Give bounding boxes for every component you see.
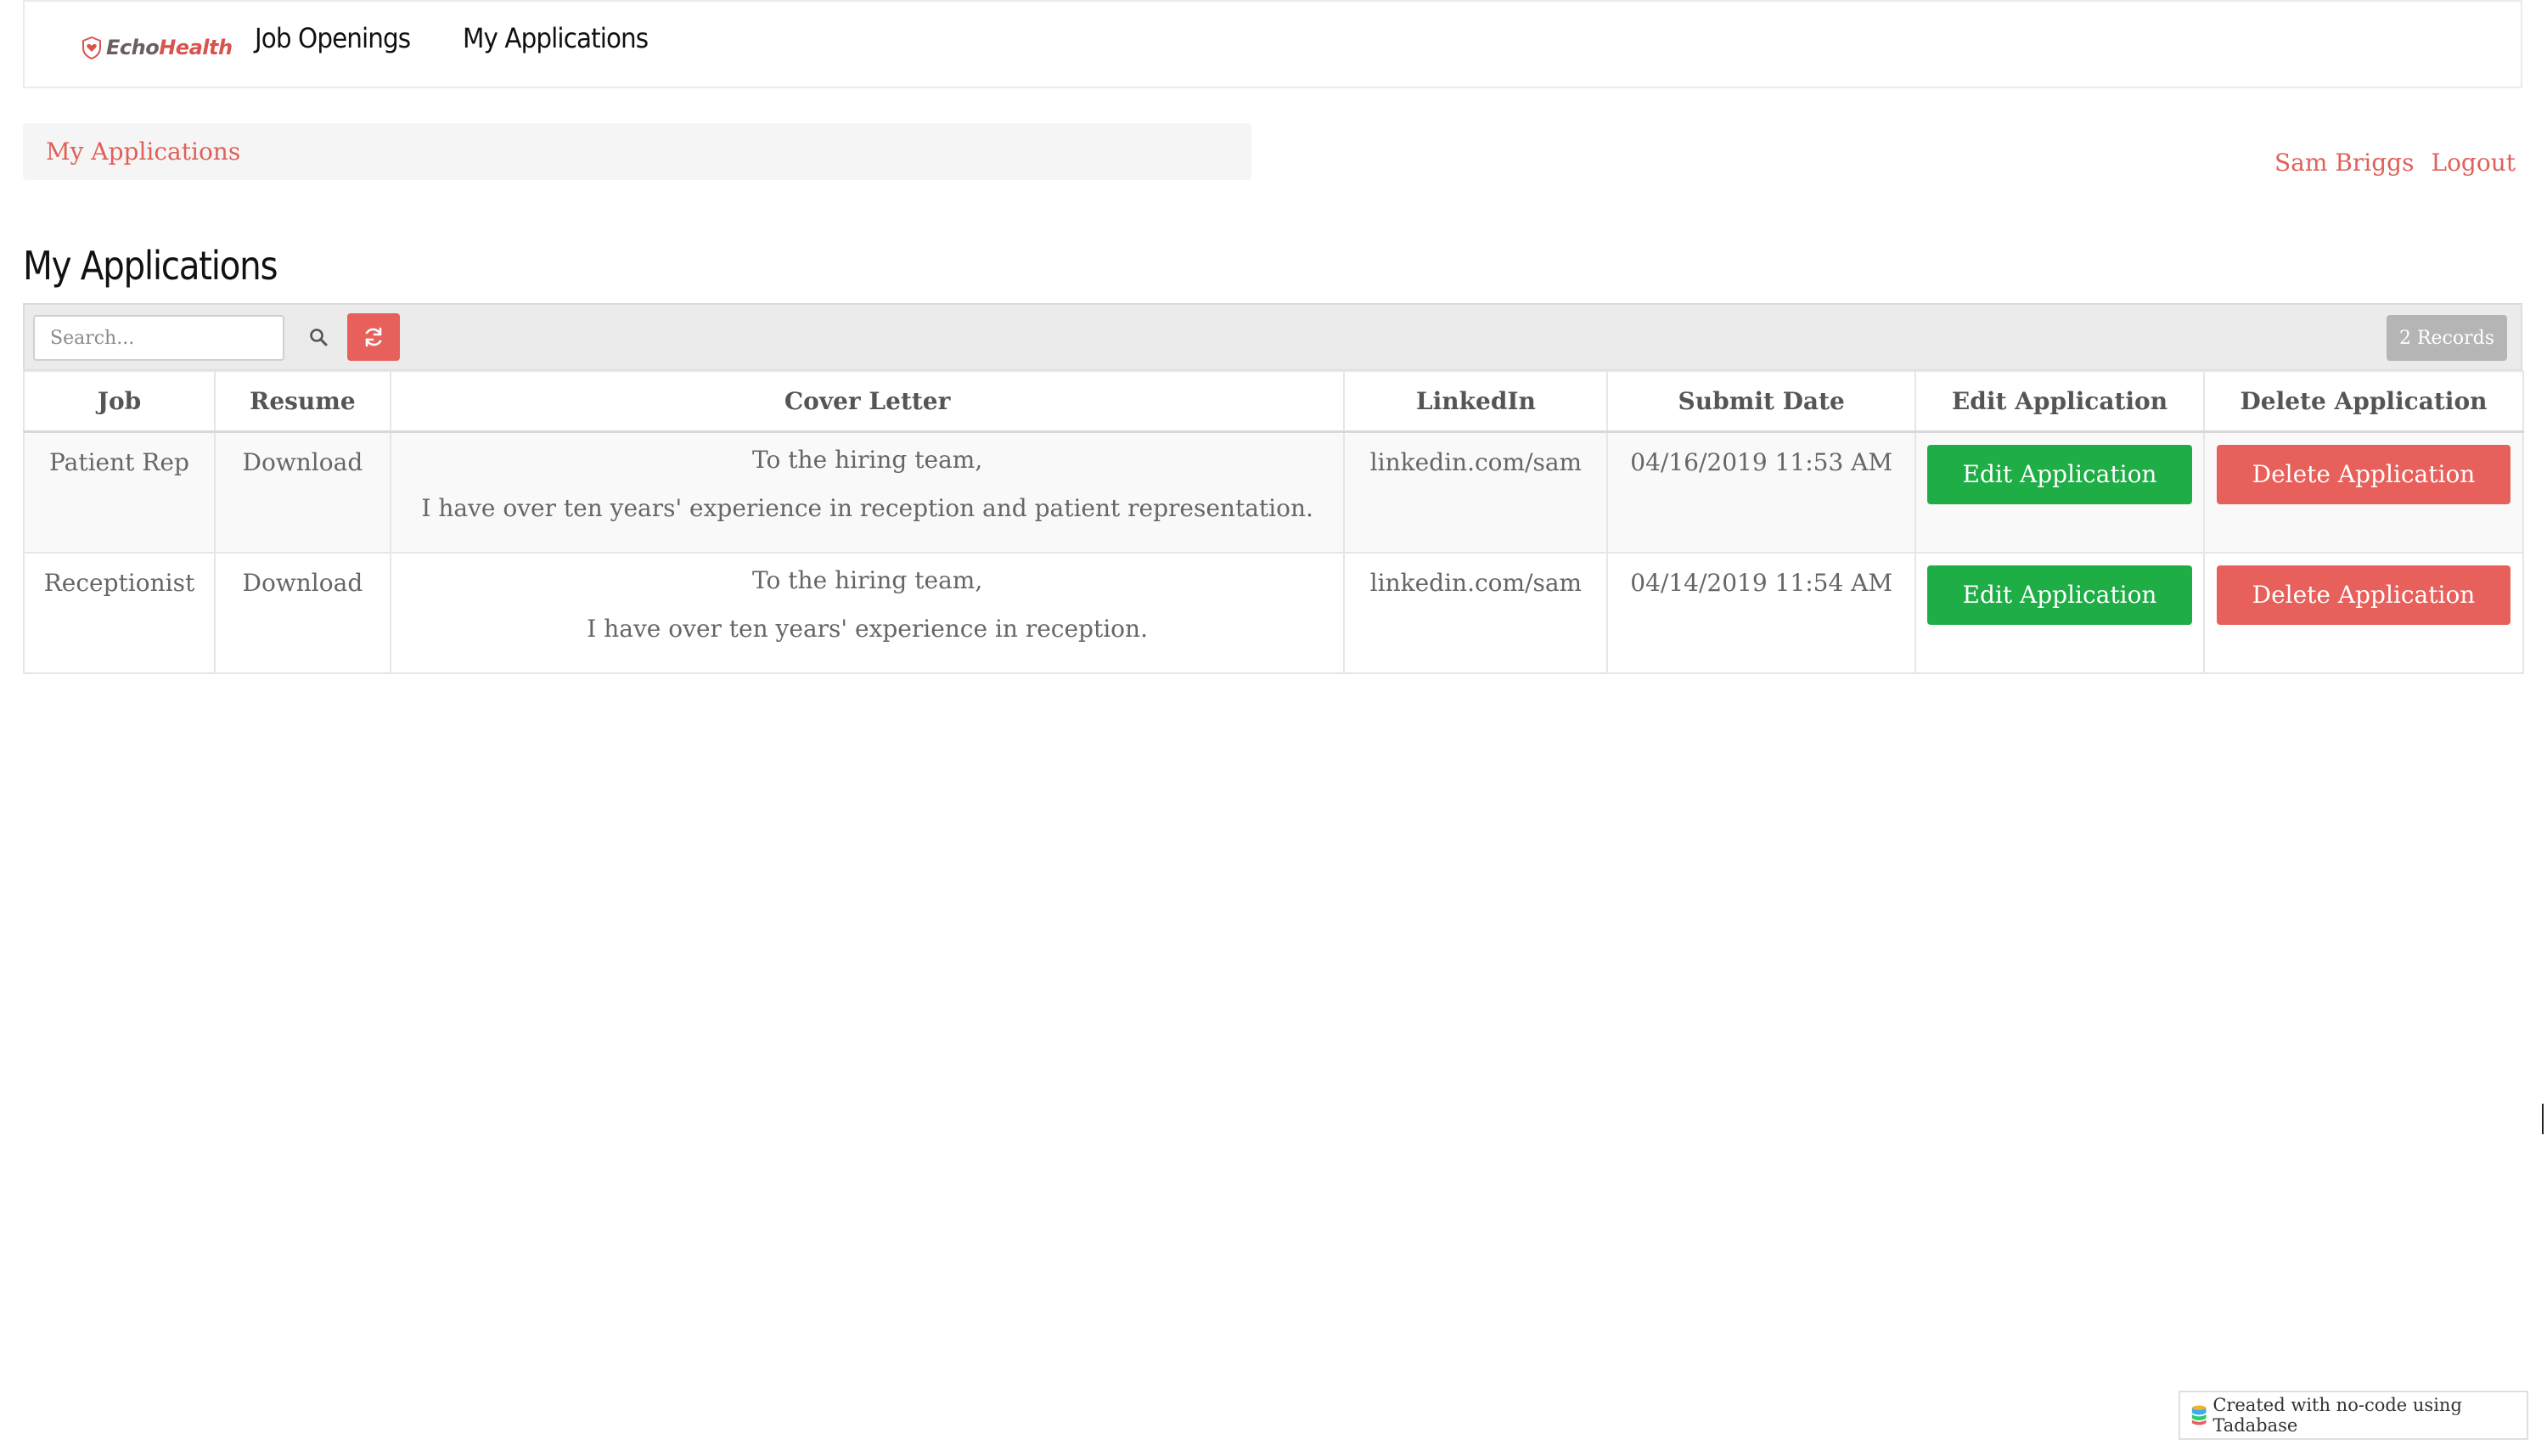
table-header-row: Job Resume Cover Letter LinkedIn Submit … [23,370,2525,433]
nav-my-applications[interactable]: My Applications [463,22,649,54]
refresh-icon [365,327,382,347]
cell-linkedin: linkedin.com/sam [1343,430,1609,554]
search-input[interactable] [33,315,284,361]
column-header-resume[interactable]: Resume [213,370,391,433]
applications-table: Job Resume Cover Letter LinkedIn Submit … [23,370,2525,674]
cell-edit: Edit Application [1914,430,2205,554]
column-header-job[interactable]: Job [23,370,216,433]
breadcrumb: My Applications [23,123,1251,180]
breadcrumb-current[interactable]: My Applications [46,138,240,166]
cell-submit-date: 04/14/2019 11:54 AM [1606,551,1917,674]
cover-letter-line: I have over ten years' experience in rec… [587,614,1148,643]
edit-application-button[interactable]: Edit Application [1927,445,2192,504]
cover-letter-line: To the hiring team, [752,446,983,474]
cell-job: Receptionist [23,551,216,674]
cover-letter-line: I have over ten years' experience in rec… [421,494,1313,522]
column-header-cover-letter[interactable]: Cover Letter [389,370,1346,433]
edit-application-button[interactable]: Edit Application [1927,565,2192,625]
cell-cover-letter: To the hiring team, I have over ten year… [389,551,1346,674]
top-navbar: EchoHealth Job Openings My Applications [23,0,2522,88]
cell-resume-download-link[interactable]: Download [213,551,391,674]
table-row: Patient Rep Download To the hiring team,… [23,430,2525,554]
cell-job: Patient Rep [23,430,216,554]
logo-text-echo: Echo [106,36,160,59]
column-header-submit-date[interactable]: Submit Date [1606,370,1917,433]
user-menu: Sam Briggs Logout [2274,149,2516,177]
records-count-badge: 2 Records [2387,315,2507,361]
table-row: Receptionist Download To the hiring team… [23,551,2525,674]
cell-submit-date: 04/16/2019 11:53 AM [1606,430,1917,554]
column-header-edit: Edit Application [1914,370,2205,433]
cell-cover-letter: To the hiring team, I have over ten year… [389,430,1346,554]
page-title: My Applications [23,243,278,289]
tadabase-badge-text: Created with no-code using Tadabase [2212,1395,2462,1436]
refresh-button[interactable] [347,313,400,361]
nav-job-openings[interactable]: Job Openings [255,22,411,54]
cell-delete: Delete Application [2202,430,2525,554]
delete-application-button[interactable]: Delete Application [2216,565,2510,625]
cell-delete: Delete Application [2202,551,2525,674]
user-name-link[interactable]: Sam Briggs [2274,149,2414,177]
column-header-delete: Delete Application [2202,370,2525,433]
logout-link[interactable]: Logout [2431,149,2516,177]
table-toolbar: 2 Records [23,303,2522,371]
cell-linkedin: linkedin.com/sam [1343,551,1609,674]
cell-edit: Edit Application [1914,551,2205,674]
delete-application-button[interactable]: Delete Application [2216,445,2510,504]
echohealth-logo[interactable]: EchoHealth [81,27,233,68]
heart-shield-icon [82,36,101,60]
database-icon [2191,1405,2207,1425]
tadabase-badge[interactable]: Created with no-code using Tadabase [2179,1391,2528,1440]
text-cursor-indicator [2542,1104,2544,1134]
cover-letter-line: To the hiring team, [752,565,983,594]
logo-text-health: Health [159,36,233,59]
column-header-linkedin[interactable]: LinkedIn [1343,370,1609,433]
search-button[interactable] [301,320,335,354]
search-icon [310,329,328,346]
cell-resume-download-link[interactable]: Download [213,430,391,554]
